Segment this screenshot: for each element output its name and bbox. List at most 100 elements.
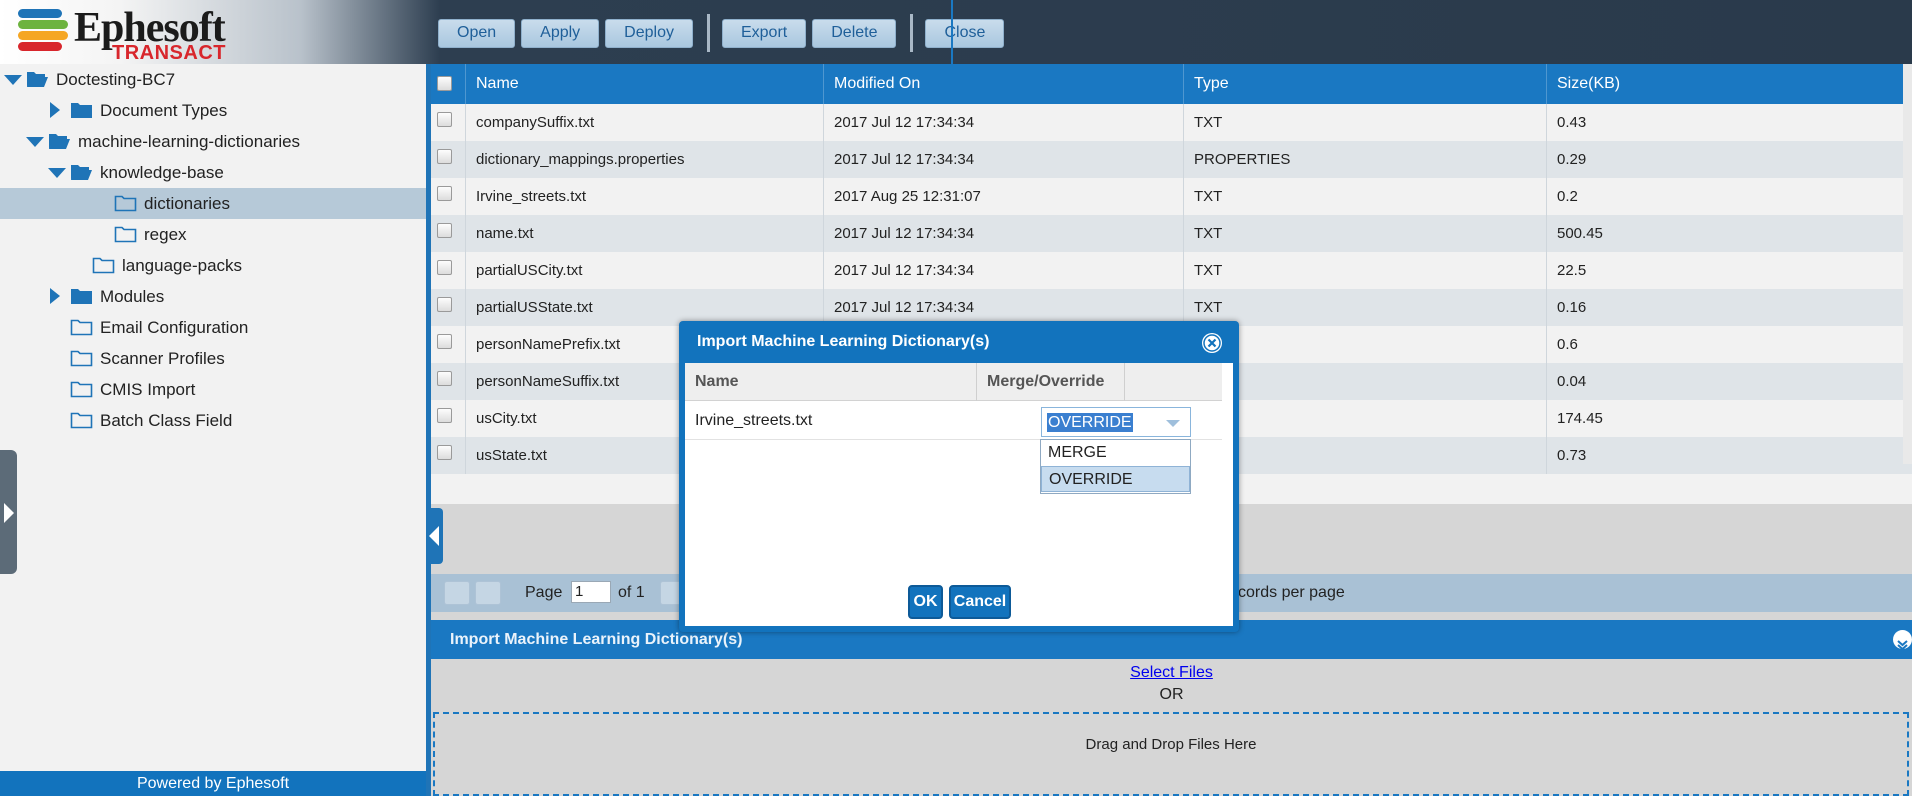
table-cell: 22.5 [1546, 252, 1912, 289]
tree-item[interactable]: regex [0, 219, 426, 250]
tree-item[interactable]: Scanner Profiles [0, 343, 426, 374]
first-page-button[interactable] [444, 581, 470, 605]
chevron-down-icon [1166, 420, 1180, 427]
row-checkbox[interactable] [437, 408, 452, 423]
table-cell: 500.45 [1546, 215, 1912, 252]
column-header-modified[interactable]: Modified On [823, 64, 1183, 104]
ok-button[interactable]: OK [908, 585, 943, 619]
row-checkbox[interactable] [437, 371, 452, 386]
table-cell: companySuffix.txt [465, 104, 823, 141]
deploy-button[interactable]: Deploy [605, 18, 693, 48]
row-checkbox[interactable] [437, 297, 452, 312]
folder-icon [70, 318, 93, 336]
table-row[interactable]: name.txt 2017 Jul 12 17:34:34 TXT 500.45 [431, 215, 1912, 252]
expand-right-icon[interactable] [50, 288, 60, 304]
tree-item[interactable]: machine-learning-dictionaries [0, 126, 426, 157]
table-cell: name.txt [465, 215, 823, 252]
column-header-name[interactable]: Name [465, 64, 757, 104]
tree-item[interactable]: language-packs [0, 250, 426, 281]
table-cell: 0.04 [1546, 363, 1912, 400]
tree-item-label: Scanner Profiles [100, 349, 225, 368]
folder-open-icon [26, 70, 49, 88]
tree-item[interactable]: Doctesting-BC7 [0, 64, 426, 95]
app-header: Ephesoft TRANSACT Open Apply Deploy Expo… [0, 0, 1912, 64]
folder-icon [114, 225, 137, 243]
tree-item[interactable]: Modules [0, 281, 426, 312]
page-count-label: of 1 [618, 584, 645, 601]
import-panel-title: Import Machine Learning Dictionary(s) [450, 631, 743, 648]
tree-item[interactable]: dictionaries [0, 188, 426, 219]
logo-bar [18, 42, 62, 51]
expand-right-icon[interactable] [50, 102, 60, 118]
row-checkbox[interactable] [437, 112, 452, 127]
chevron-right-icon [4, 503, 14, 523]
expand-down-icon[interactable] [4, 75, 22, 85]
row-checkbox[interactable] [437, 149, 452, 164]
logo-bar [18, 20, 68, 29]
table-cell: 174.45 [1546, 400, 1912, 437]
table-row[interactable]: Irvine_streets.txt 2017 Aug 25 12:31:07 TX… [431, 178, 1912, 215]
row-checkbox[interactable] [437, 334, 452, 349]
tree-item-label: knowledge-base [100, 163, 224, 182]
navigation-tree-panel: Doctesting-BC7 Document Types machine-lear… [0, 64, 426, 796]
row-checkbox[interactable] [437, 260, 452, 275]
toolbar-end-divider [951, 0, 953, 64]
prev-page-button[interactable] [475, 581, 501, 605]
table-cell: 0.29 [1546, 141, 1912, 178]
export-button[interactable]: Export [721, 18, 807, 48]
tree-item-label: Batch Class Field [100, 411, 233, 430]
table-row[interactable]: partialUSCity.txt 2017 Jul 12 17:34:34 TXT… [431, 252, 1912, 289]
tree-item-label: Document Types [100, 101, 228, 120]
tree-item[interactable]: Email Configuration [0, 312, 426, 343]
tree-item[interactable]: Document Types [0, 95, 426, 126]
folder-icon [70, 101, 93, 119]
folder-icon [70, 411, 93, 429]
row-checkbox[interactable] [437, 445, 452, 460]
option-merge[interactable]: MERGE [1041, 440, 1190, 466]
tree-item-label: machine-learning-dictionaries [78, 132, 301, 151]
close-icon[interactable] [1202, 333, 1222, 353]
table-cell: partialUSCity.txt [465, 252, 823, 289]
table-row[interactable]: companySuffix.txt 2017 Jul 12 17:34:34 TXT… [431, 104, 1912, 141]
row-checkbox[interactable] [437, 186, 452, 201]
open-button[interactable]: Open [438, 18, 516, 48]
left-collapse-handle[interactable] [426, 508, 443, 564]
merge-override-dropdown: MERGE OVERRIDE [1040, 439, 1191, 494]
table-row[interactable]: dictionary_mappings.properties 2017 Jul 1… [431, 141, 1912, 178]
table-cell: 0.73 [1546, 437, 1912, 474]
expand-down-icon[interactable] [26, 137, 44, 147]
logo-bar [18, 31, 68, 40]
cancel-button[interactable]: Cancel [949, 585, 1011, 619]
row-checkbox[interactable] [437, 223, 452, 238]
folder-open-icon [70, 163, 93, 181]
merge-override-select[interactable]: OVERRIDE [1041, 407, 1191, 437]
table-cell: PROPERTIES [1183, 141, 1546, 178]
select-files-link[interactable]: Select Files [431, 664, 1912, 682]
table-cell: TXT [1183, 289, 1546, 326]
toolbar-separator [706, 14, 710, 52]
left-expand-handle[interactable] [0, 450, 17, 574]
option-override[interactable]: OVERRIDE [1041, 466, 1190, 492]
apply-button[interactable]: Apply [521, 18, 600, 48]
records-per-page-label: cords per page [1238, 584, 1345, 601]
dialog-table-header: Name Merge/Override [685, 363, 1222, 401]
collapse-panel-icon[interactable] [1893, 630, 1912, 651]
column-header-type[interactable]: Type [1183, 64, 1546, 104]
expand-down-icon[interactable] [48, 168, 66, 178]
page-number-input[interactable]: 1 [571, 581, 611, 603]
tree-item[interactable]: Batch Class Field [0, 405, 426, 436]
folder-icon [114, 194, 137, 212]
toolbar: Open Apply Deploy Export Delete Close [438, 14, 1010, 52]
grid-scrollbar[interactable] [1903, 64, 1912, 464]
column-header-size[interactable]: Size(KB) [1546, 64, 1912, 104]
drag-drop-zone[interactable]: Drag and Drop Files Here [433, 712, 1909, 796]
tree-item[interactable]: CMIS Import [0, 374, 426, 405]
chevron-left-icon [429, 526, 439, 546]
close-button[interactable]: Close [925, 18, 1005, 48]
table-cell: 2017 Jul 12 17:34:34 [823, 252, 1183, 289]
tree-item[interactable]: knowledge-base [0, 157, 426, 188]
select-all-checkbox[interactable] [437, 76, 452, 91]
select-current-value: OVERRIDE [1047, 413, 1133, 432]
folder-icon [70, 349, 93, 367]
delete-button[interactable]: Delete [812, 18, 897, 48]
